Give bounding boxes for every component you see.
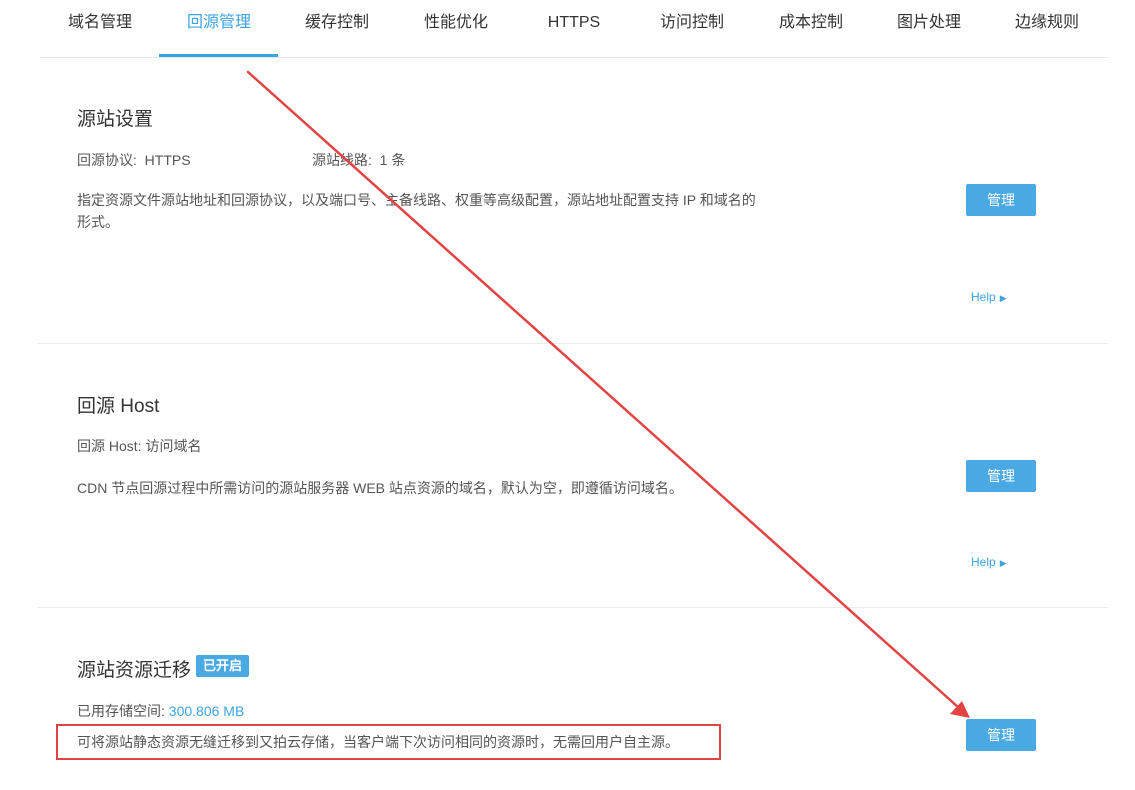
origin-protocol-label: 回源协议: [77,152,137,168]
tab-cache-control[interactable]: 缓存控制 [278,0,396,46]
origin-lines-label: 源站线路: [312,152,372,168]
tab-bar: 域名管理 回源管理 缓存控制 性能优化 HTTPS 访问控制 成本控制 图片处理… [40,0,1108,58]
origin-host-value: 访问域名 [145,438,202,454]
tab-domain-management[interactable]: 域名管理 [41,0,159,46]
origin-settings-manage-button[interactable]: 管理 [966,184,1036,216]
migration-title: 源站资源迁移 [77,660,192,681]
status-badge: 已开启 [196,655,250,677]
tab-edge-rules[interactable]: 边缘规则 [988,0,1106,46]
origin-lines-value: 1 条 [379,152,406,168]
storage-label: 已用存储空间: [77,703,165,719]
tab-access-control[interactable]: 访问控制 [633,0,751,46]
triangle-right-icon: ▶ [999,558,1007,568]
origin-lines-info: 源站线路: 1 条 [312,150,405,170]
origin-settings-title: 源站设置 [77,109,154,130]
origin-host-title: 回源 Host [77,396,160,417]
help-link-label: Help [971,555,996,569]
origin-host-label: 回源 Host: [77,438,142,454]
section-divider [38,607,1109,608]
migration-manage-button[interactable]: 管理 [966,719,1036,751]
origin-settings-help-link[interactable]: Help ▶ [971,290,1007,304]
active-tab-indicator [159,54,278,57]
storage-value: 300.806 MB [168,703,245,719]
origin-settings-description: 指定资源文件源站地址和回源协议，以及端口号、主备线路、权重等高级配置，源站地址配… [77,192,756,230]
tab-https[interactable]: HTTPS [515,0,633,46]
tab-origin-management[interactable]: 回源管理 [160,0,278,46]
section-divider [38,343,1109,344]
origin-protocol-info: 回源协议: HTTPS [77,150,191,170]
origin-host-info: 回源 Host: 访问域名 [77,436,201,456]
tab-performance[interactable]: 性能优化 [397,0,515,46]
annotation-highlight-box [56,724,721,760]
triangle-right-icon: ▶ [999,293,1007,303]
storage-usage-info: 已用存储空间: 300.806 MB [77,701,244,721]
origin-host-description: CDN 节点回源过程中所需访问的源站服务器 WEB 站点资源的域名，默认为空，即… [77,480,683,496]
origin-host-manage-button[interactable]: 管理 [966,460,1036,492]
tab-image-processing[interactable]: 图片处理 [870,0,988,46]
origin-protocol-value: HTTPS [144,152,191,168]
tab-cost-control[interactable]: 成本控制 [752,0,870,46]
origin-host-help-link[interactable]: Help ▶ [971,555,1007,569]
help-link-label: Help [971,290,996,304]
